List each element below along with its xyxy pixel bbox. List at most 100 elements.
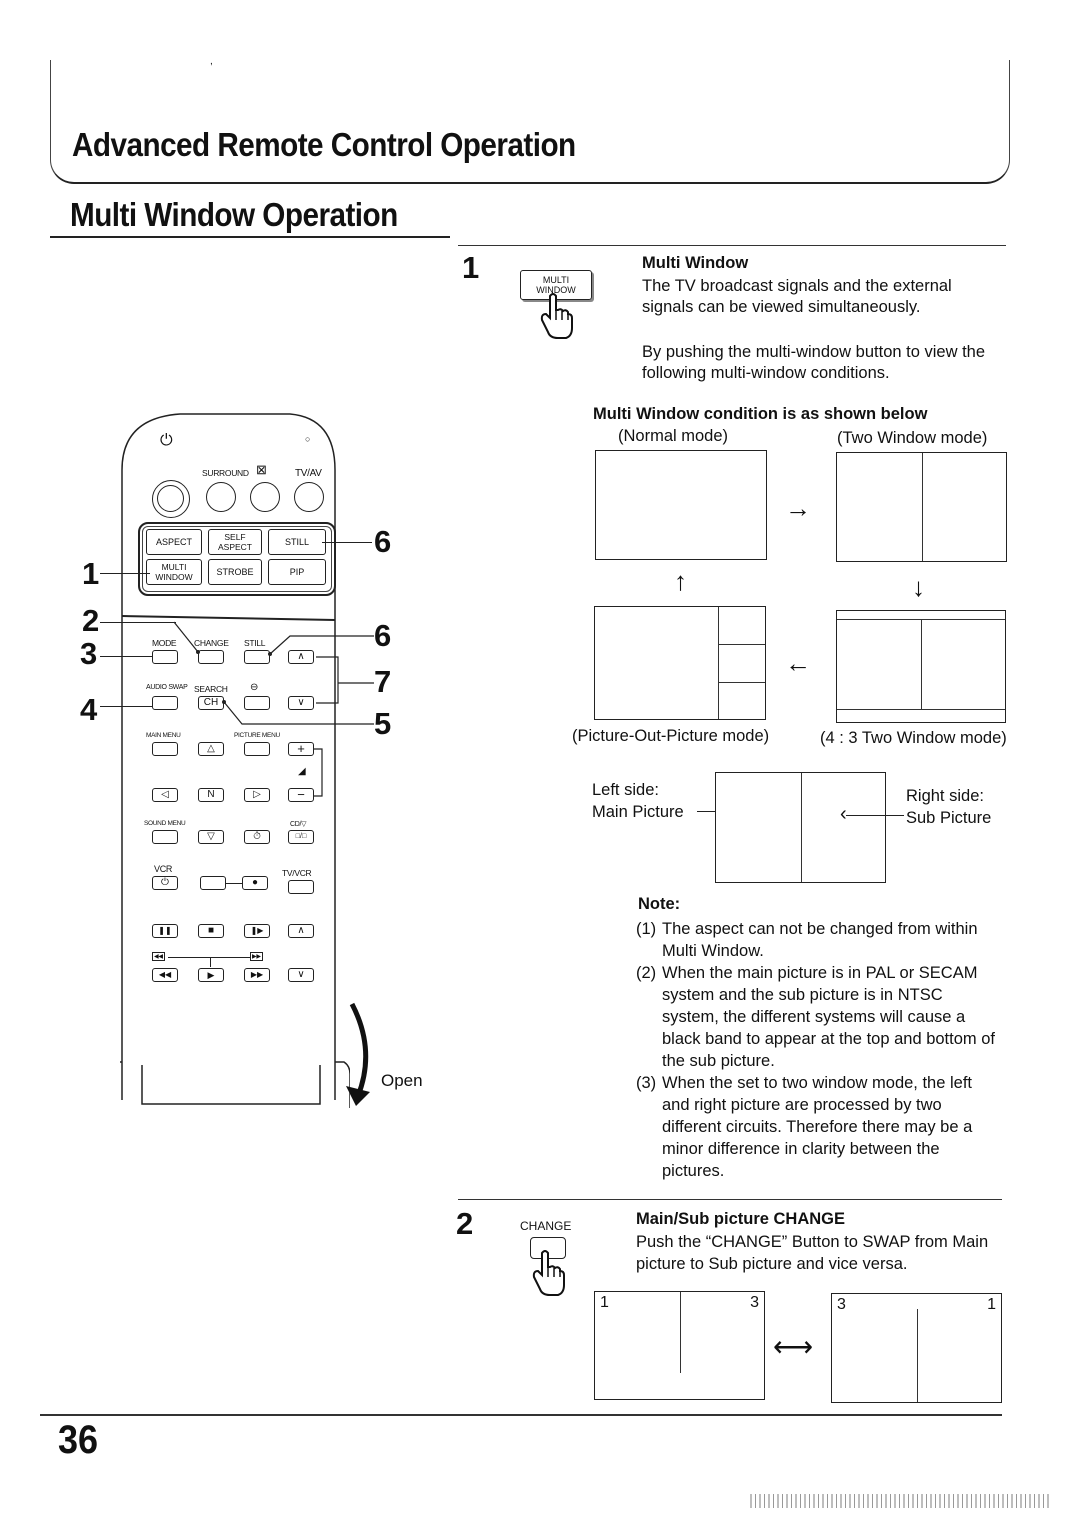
note-num: (1) (636, 920, 657, 938)
step1-rule (458, 245, 1006, 246)
pop-mode-screen (594, 606, 766, 720)
page-number: 36 (58, 1418, 99, 1462)
slow-button[interactable]: ❚▶ (244, 924, 270, 938)
indicator-led-icon: ○ (305, 434, 311, 444)
sound-menu-button[interactable] (152, 830, 178, 844)
arrow-up-icon: ↑ (674, 566, 687, 596)
pop-sub-divider-2 (718, 682, 765, 683)
record-button[interactable]: ● (242, 876, 268, 890)
play-button[interactable]: ▶ (198, 968, 224, 982)
note-list: (1) The aspect can not be changed from wi… (636, 918, 1016, 1182)
audio-swap-button[interactable] (152, 696, 178, 710)
sound-menu-label: SOUND MENU (144, 820, 186, 827)
swap-before-left-label: 1 (600, 1294, 609, 1311)
four-three-two-window-screen (836, 610, 1006, 723)
sub-picture-pointer-line (846, 815, 904, 816)
vcr-channel-up-button[interactable]: ∧ (288, 924, 314, 938)
tv-vcr-button[interactable] (288, 880, 314, 894)
rew-small-icon: ◀◀ (152, 952, 165, 961)
power-button[interactable] (152, 480, 190, 518)
multi-window-button[interactable]: MULTI WINDOW (146, 559, 202, 585)
rec-guard-button[interactable] (200, 876, 226, 890)
search-ch-button[interactable]: CH (198, 696, 224, 710)
step2-description: Push the “CHANGE” Button to SWAP from Ma… (636, 1233, 989, 1273)
callout-5: 5 (374, 706, 392, 741)
multi-window-button-label-1: MULTI (542, 275, 570, 285)
left-button[interactable]: ◁ (152, 788, 178, 802)
step2-heading: Main/Sub picture CHANGE (636, 1210, 846, 1228)
section-title-rule (50, 236, 450, 238)
volume-down-button[interactable]: − (288, 788, 314, 802)
open-label: Open (381, 1071, 423, 1090)
four-three-mode-caption: (4 : 3 Two Window mode) (820, 729, 1007, 747)
pop-mode-caption: (Picture-Out-Picture mode) (572, 727, 770, 745)
ff-small-icon: ▶▶ (250, 952, 263, 961)
mute-button[interactable] (250, 482, 280, 512)
power-icon: ⏻ (160, 432, 173, 449)
tv-vcr-label: TV/VCR (282, 868, 312, 878)
sub-picture-pointer-icon: ‹ (840, 803, 847, 825)
swap-after-left-label: 3 (837, 1296, 846, 1313)
tv-av-button[interactable] (294, 482, 324, 512)
pop-divider (718, 607, 719, 719)
split-divider (801, 773, 802, 882)
tv-av-label: TV/AV (295, 468, 322, 479)
aspect-button[interactable]: ASPECT (146, 529, 202, 555)
right-side-label: Right side: Sub Picture (906, 785, 991, 829)
fast-forward-button[interactable]: ▶▶ (244, 968, 270, 982)
up-button[interactable]: △ (198, 742, 224, 756)
stop-button[interactable]: ■ (198, 924, 224, 938)
right-side-title: Right side: (906, 787, 984, 805)
volume-up-button[interactable]: + (288, 742, 314, 756)
rewind-button[interactable]: ◀◀ (152, 968, 178, 982)
left-side-title: Left side: (592, 781, 659, 799)
section-title: Multi Window Operation (70, 196, 398, 233)
off-timer-button[interactable]: ⏱ (244, 830, 270, 844)
audio-swap-label: AUDIO SWAP (146, 684, 188, 691)
step1-heading: Multi Window (642, 254, 749, 272)
callout-2-line (100, 622, 176, 623)
callout-3: 3 (80, 636, 98, 671)
scan-speck: , (210, 56, 213, 67)
step2-number: 2 (456, 1206, 474, 1241)
timer-label: ⊖ (250, 682, 259, 693)
normalize-button[interactable]: N (198, 788, 224, 802)
footer-rule (40, 1414, 1002, 1416)
multi-window-button-press-icon: MULTI WINDOW (520, 270, 596, 340)
volume-icon: ◢ (298, 766, 306, 777)
right-button[interactable]: ▷ (244, 788, 270, 802)
surround-button[interactable] (206, 482, 236, 512)
strobe-button[interactable]: STROBE (208, 559, 262, 585)
self-aspect-button[interactable]: SELF ASPECT (208, 529, 262, 555)
pause-button[interactable]: ❚❚ (152, 924, 178, 938)
note-item: (2) When the main picture is in PAL or SE… (636, 962, 1016, 1072)
surround-label: SURROUND (202, 468, 249, 478)
callout-6-top: 6 (374, 524, 392, 559)
arrow-left-icon: ← (785, 648, 811, 678)
hand-pointer-icon (540, 293, 573, 339)
still-button-top[interactable]: STILL (268, 529, 326, 555)
pip-button[interactable]: PIP (268, 559, 326, 585)
step1-instruction: By pushing the multi-window button to vi… (642, 343, 986, 382)
rec-connector (226, 883, 242, 884)
vcr-power-button[interactable]: ⏻ (152, 876, 178, 890)
note-text: When the set to two window mode, the lef… (662, 1074, 973, 1180)
search-label: SEARCH (194, 684, 228, 694)
main-menu-button[interactable] (152, 742, 178, 756)
note-item: (1) The aspect can not be changed from wi… (636, 918, 1016, 962)
vcr-channel-down-button[interactable]: ∨ (288, 968, 314, 982)
picture-menu-button[interactable] (244, 742, 270, 756)
swap-after-divider (917, 1309, 918, 1402)
arrow-down-icon: ↓ (912, 572, 925, 602)
scan-artifact (750, 1494, 1050, 1508)
callout-6: 6 (374, 618, 392, 653)
text-button[interactable]: □/□ (288, 830, 314, 844)
chapter-header-frame (50, 60, 1010, 184)
two-window-mode-screen (836, 452, 1007, 562)
hand-pointer-icon (532, 1250, 565, 1296)
still-button[interactable] (244, 650, 270, 664)
down-button[interactable]: ▽ (198, 830, 224, 844)
mute-icon: ⊠ (256, 462, 267, 477)
callout-6-top-line (322, 542, 372, 543)
left-side-desc: Main Picture (592, 803, 684, 821)
